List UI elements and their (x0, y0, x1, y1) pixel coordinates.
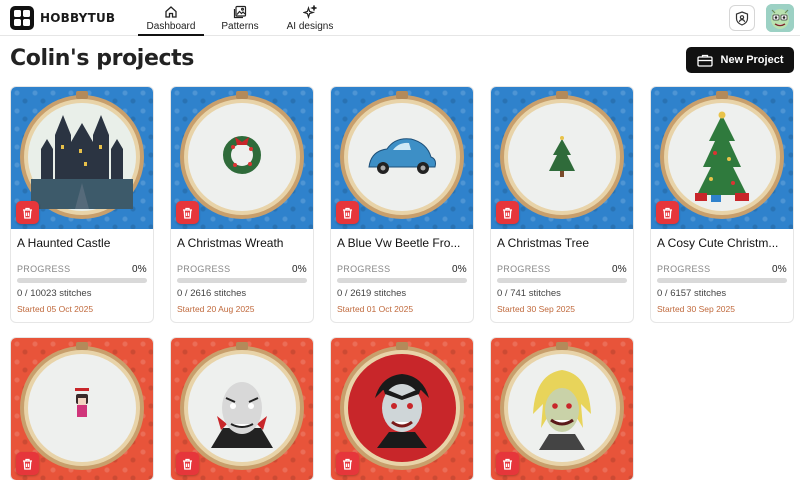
tab-ai-designs[interactable]: AI designs (276, 0, 344, 36)
project-thumbnail[interactable] (171, 87, 313, 229)
start-date: Started 30 Sep 2025 (497, 304, 575, 314)
progress-label: PROGRESS (337, 264, 391, 274)
trash-icon (183, 207, 192, 219)
stitch-count: 0 / 2616 stitches (177, 288, 247, 299)
image-gallery-icon (233, 4, 247, 19)
brand-name: HOBBYTUB (40, 11, 116, 25)
delete-button[interactable] (176, 452, 199, 475)
project-title[interactable]: A Christmas Tree (497, 235, 627, 251)
project-card[interactable]: A Christmas Tree PROGRESS 0% 0 / 741 stit… (490, 86, 634, 323)
tab-dashboard-label: Dashboard (146, 21, 196, 32)
stitch-count: 0 / 6157 stitches (657, 288, 727, 299)
progress-percent: 0% (611, 264, 627, 275)
project-title[interactable]: A Christmas Wreath (177, 235, 307, 251)
project-thumbnail[interactable] (491, 338, 633, 480)
brand-logo[interactable]: HOBBYTUB (10, 6, 115, 30)
tab-dashboard[interactable]: Dashboard (138, 0, 204, 36)
project-title[interactable]: A Haunted Castle (17, 235, 147, 251)
top-navigation-bar: HOBBYTUB Dashboard Patterns AI designs (0, 0, 800, 36)
trash-icon (663, 207, 672, 219)
project-thumbnail[interactable] (331, 338, 473, 480)
shield-user-icon (735, 10, 749, 26)
progress-bar (657, 278, 787, 283)
sparkles-icon (303, 4, 317, 19)
project-title[interactable]: A Blue Vw Beetle Fro... (337, 235, 467, 251)
delete-button[interactable] (336, 201, 359, 224)
trash-icon (503, 207, 512, 219)
stitch-count: 0 / 10023 stitches (17, 288, 92, 299)
project-card[interactable] (330, 337, 474, 480)
start-date: Started 01 Oct 2025 (337, 304, 414, 314)
progress-bar (177, 278, 307, 283)
project-thumbnail[interactable] (491, 87, 633, 229)
stitch-count: 0 / 2619 stitches (337, 288, 407, 299)
start-date: Started 20 Aug 2025 (177, 304, 255, 314)
delete-button[interactable] (16, 201, 39, 224)
trash-icon (23, 458, 32, 470)
hobbytub-logo-icon (10, 6, 34, 30)
delete-button[interactable] (496, 201, 519, 224)
new-project-button[interactable]: New Project (686, 47, 794, 73)
tab-ai-designs-label: AI designs (286, 21, 334, 32)
project-thumbnail[interactable] (171, 338, 313, 480)
stitch-count: 0 / 741 stitches (497, 288, 561, 299)
progress-percent: 0% (131, 264, 147, 275)
delete-button[interactable] (176, 201, 199, 224)
user-avatar[interactable] (766, 4, 794, 32)
start-date: Started 30 Sep 2025 (657, 304, 735, 314)
trash-icon (23, 207, 32, 219)
delete-button[interactable] (656, 201, 679, 224)
privacy-shield-button[interactable] (729, 5, 755, 31)
trash-icon (343, 458, 352, 470)
trash-icon (183, 458, 192, 470)
project-thumbnail[interactable] (651, 87, 793, 229)
project-card[interactable]: A Haunted Castle PROGRESS 0% 0 / 10023 st… (10, 86, 154, 323)
progress-percent: 0% (771, 264, 787, 275)
delete-button[interactable] (496, 452, 519, 475)
delete-button[interactable] (336, 452, 359, 475)
project-card[interactable]: A Cosy Cute Christm... PROGRESS 0% 0 / 61… (650, 86, 794, 323)
briefcase-icon (696, 54, 713, 67)
progress-bar (17, 278, 147, 283)
project-card[interactable]: A Christmas Wreath PROGRESS 0% 0 / 2616 s… (170, 86, 314, 323)
project-card[interactable]: A Blue Vw Beetle Fro... PROGRESS 0% 0 / 2… (330, 86, 474, 323)
project-thumbnail[interactable] (11, 87, 153, 229)
home-icon (164, 4, 178, 19)
progress-percent: 0% (451, 264, 467, 275)
progress-label: PROGRESS (497, 264, 551, 274)
tab-patterns-label: Patterns (221, 21, 259, 32)
progress-label: PROGRESS (657, 264, 711, 274)
page-title: Colin's projects (10, 46, 194, 71)
project-thumbnail[interactable] (11, 338, 153, 480)
progress-label: PROGRESS (17, 264, 71, 274)
progress-bar (337, 278, 467, 283)
project-card[interactable] (490, 337, 634, 480)
start-date: Started 05 Oct 2025 (17, 304, 94, 314)
main-nav: Dashboard Patterns AI designs (138, 0, 344, 36)
project-card[interactable] (170, 337, 314, 480)
delete-button[interactable] (16, 452, 39, 475)
progress-bar (497, 278, 627, 283)
trash-icon (343, 207, 352, 219)
project-thumbnail[interactable] (331, 87, 473, 229)
project-title[interactable]: A Cosy Cute Christm... (657, 235, 787, 251)
new-project-label: New Project (720, 54, 784, 66)
progress-percent: 0% (291, 264, 307, 275)
progress-label: PROGRESS (177, 264, 231, 274)
trash-icon (503, 458, 512, 470)
tab-patterns[interactable]: Patterns (204, 0, 276, 36)
project-card[interactable] (10, 337, 154, 480)
